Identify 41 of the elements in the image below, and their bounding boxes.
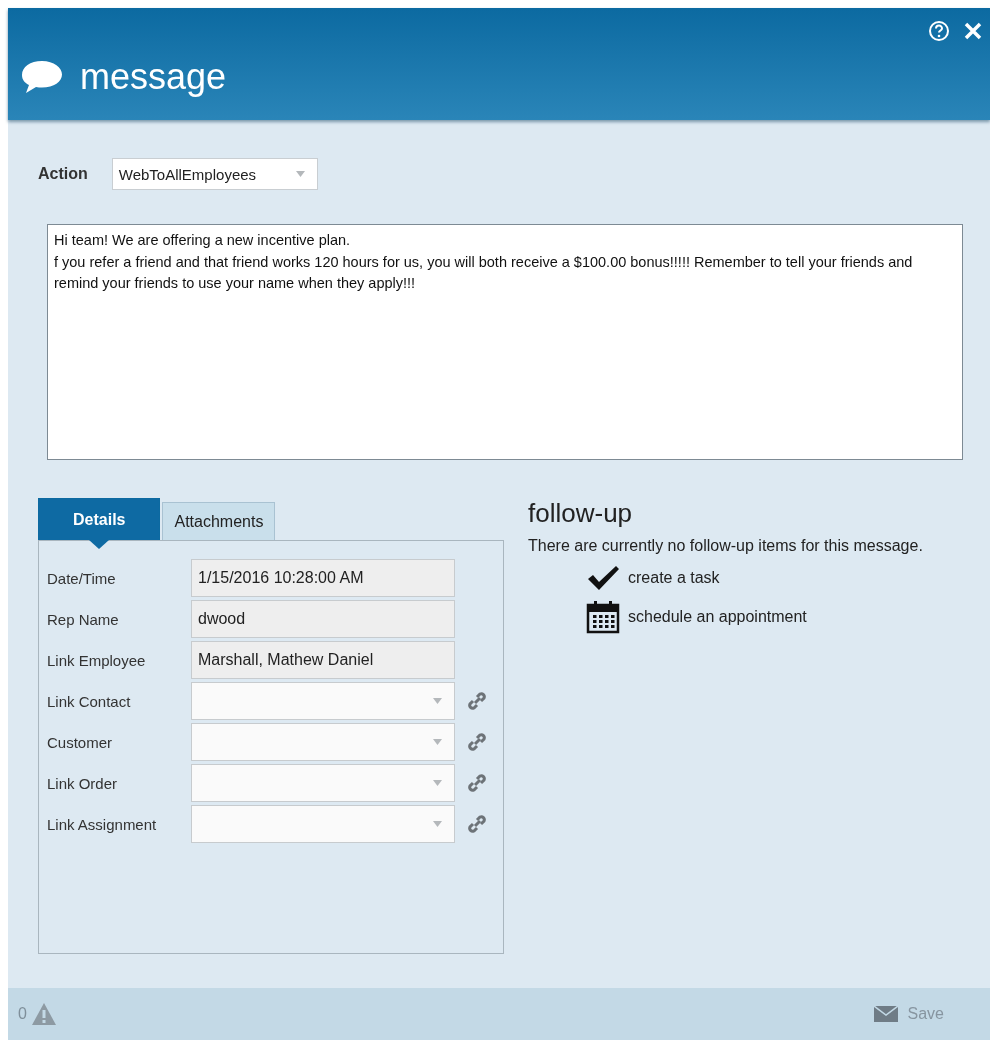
readonly-field: 1/15/2016 10:28:00 AM [191, 559, 455, 597]
caret-icon [433, 780, 442, 786]
caret-icon [295, 171, 305, 177]
field-label: Link Contact [47, 692, 132, 710]
field-label: Rep Name [47, 610, 120, 628]
tab-pointer-icon [89, 540, 110, 549]
field-label: Date/Time [47, 569, 117, 587]
dropdown-field[interactable] [191, 764, 455, 802]
action-label: Action [38, 165, 88, 183]
link-icon[interactable] [465, 771, 489, 795]
tab[interactable]: Attachments [162, 502, 276, 540]
help-icon[interactable] [928, 20, 950, 42]
field-label: Link Employee [47, 651, 147, 669]
calendar-icon [586, 600, 620, 634]
dropdown-field[interactable] [191, 682, 455, 720]
field-label: Link Order [47, 774, 119, 792]
readonly-field: Marshall, Mathew Daniel [191, 641, 455, 679]
warning-icon[interactable] [30, 1002, 57, 1026]
close-icon[interactable] [962, 20, 984, 42]
window-title: message [80, 56, 227, 98]
link-icon[interactable] [465, 812, 489, 836]
action-dropdown[interactable]: WebToAllEmployees [111, 158, 318, 190]
envelope-icon [873, 1006, 898, 1022]
speech-bubble-icon [20, 59, 64, 95]
field-label: Customer [47, 733, 114, 751]
dropdown-field[interactable] [191, 805, 455, 843]
follow-up-link[interactable]: schedule an appointment [586, 600, 928, 634]
dropdown-field[interactable] [191, 723, 455, 761]
message-field[interactable]: Hi team! We are offering a new incentive plan. f you refer a friend and that friend works 120 hours for us, you will both receive a $100.00 bonus!!!!! Remember to tell your friends and remind your friends to use your name when they apply!!! [47, 224, 963, 460]
caret-icon [433, 698, 442, 704]
link-icon[interactable] [465, 730, 489, 754]
readonly-field: dwood [191, 600, 455, 638]
caret-icon [433, 739, 442, 745]
caret-icon [433, 821, 442, 827]
warning-count: 0 [18, 1005, 27, 1023]
empty-note: There are currently no follow-up items for this message. [528, 536, 924, 556]
link-icon[interactable] [465, 689, 489, 713]
field-label: Link Assignment [47, 815, 158, 833]
checkmark-icon [586, 564, 620, 592]
section-title: follow-up [528, 498, 634, 529]
follow-up-link[interactable]: create a task [586, 564, 928, 592]
